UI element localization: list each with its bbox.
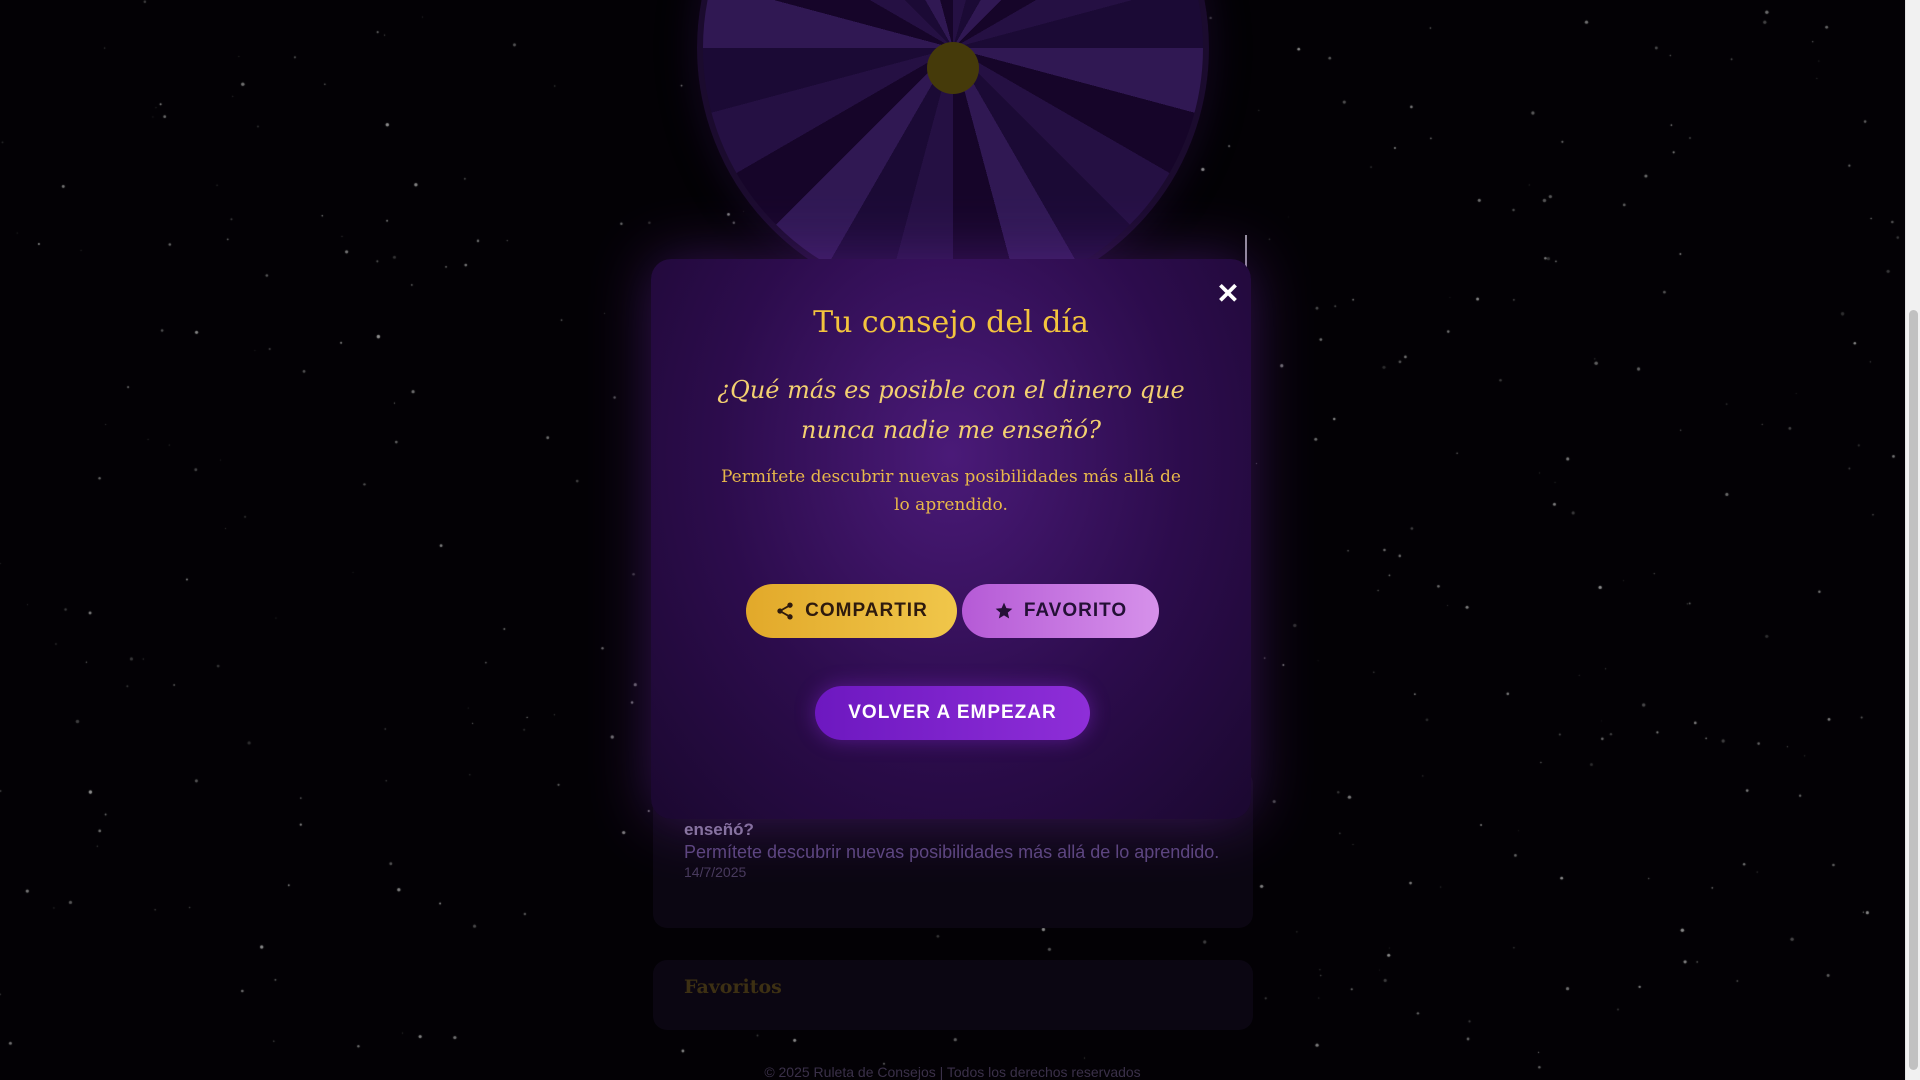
advice-description: Permítete descubrir nuevas posibilidades… <box>721 467 1181 515</box>
favorite-button[interactable]: FAVORITO <box>962 584 1159 638</box>
restart-label: VOLVER A EMPEZAR <box>848 702 1057 723</box>
share-label: COMPARTIR <box>805 600 928 621</box>
modal-title: Tu consejo del día <box>813 305 1089 340</box>
share-button[interactable]: COMPARTIR <box>746 584 957 638</box>
advice-question: ¿Qué más es posible con el dinero que nu… <box>717 376 1185 444</box>
share-icon <box>777 602 793 620</box>
scrollbar-thumb[interactable] <box>1909 310 1918 1070</box>
restart-button[interactable]: VOLVER A EMPEZAR <box>815 686 1090 740</box>
favorite-label: FAVORITO <box>1023 600 1128 621</box>
star-icon <box>995 602 1013 619</box>
scrollbar[interactable] <box>1905 0 1920 1080</box>
